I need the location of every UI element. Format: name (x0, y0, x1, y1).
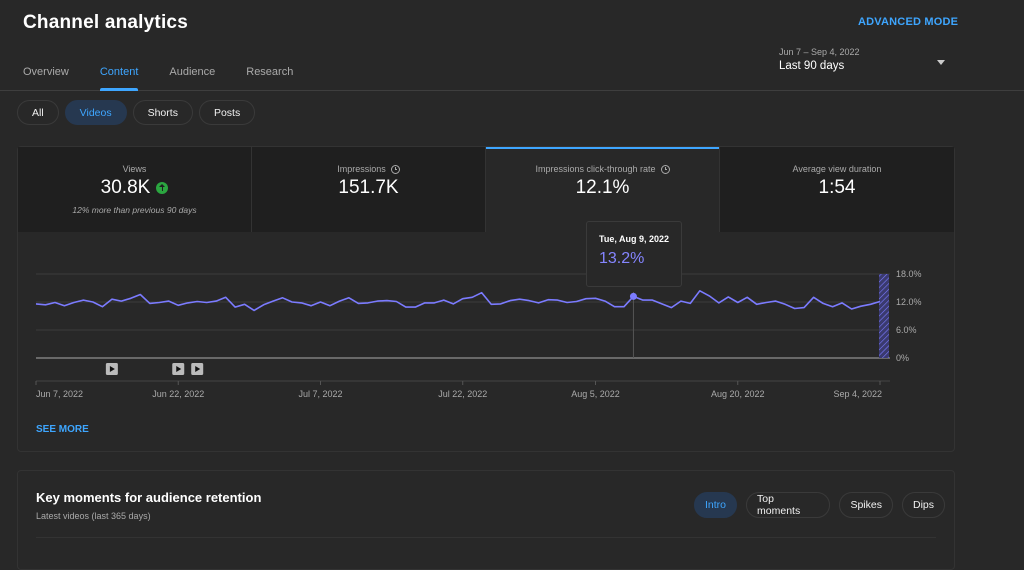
retention-card: Key moments for audience retention Lates… (17, 470, 955, 570)
divider (36, 537, 936, 538)
chip-spikes[interactable]: Spikes (839, 492, 893, 518)
tab-content[interactable]: Content (99, 66, 138, 91)
page-title: Channel analytics (23, 12, 188, 33)
x-tick-label: Sep 4, 2022 (833, 389, 882, 399)
ctr-line-chart[interactable]: 18.0% 12.0% 6.0% 0% Jun 7, 2022 Jun 22, 2022 J… (18, 147, 954, 417)
chip-top-moments[interactable]: Top moments (746, 492, 831, 518)
x-tick-label: Jun 22, 2022 (152, 389, 204, 399)
page-header: Channel analytics ADVANCED MODE Overview… (0, 0, 1024, 91)
chip-dips[interactable]: Dips (901, 492, 945, 518)
content-type-filter: All Videos Shorts Posts (17, 100, 261, 125)
x-tick-label: Jul 7, 2022 (298, 389, 342, 399)
date-range-label: Last 90 days (779, 60, 845, 72)
tooltip-date: Tue, Aug 9, 2022 (599, 234, 670, 244)
advanced-mode-button[interactable]: ADVANCED MODE (858, 16, 958, 28)
x-tick-label: Aug 20, 2022 (711, 389, 765, 399)
chip-intro[interactable]: Intro (694, 492, 738, 518)
chip-shorts[interactable]: Shorts (132, 100, 193, 125)
chip-all[interactable]: All (17, 100, 59, 125)
caret-down-icon (937, 60, 945, 65)
tab-research[interactable]: Research (246, 66, 293, 91)
video-marker[interactable] (191, 363, 204, 375)
y-tick-label: 6.0% (896, 325, 917, 335)
chart-tooltip: Tue, Aug 9, 2022 13.2% (586, 221, 682, 287)
x-tick-label: Jun 7, 2022 (36, 389, 83, 399)
video-marker[interactable] (105, 363, 118, 375)
y-tick-label: 0% (896, 353, 909, 363)
chip-posts[interactable]: Posts (198, 100, 256, 125)
highlight-point (629, 292, 637, 300)
tooltip-value: 13.2% (599, 250, 645, 267)
y-tick-label: 12.0% (896, 297, 922, 307)
date-range-dates: Jun 7 – Sep 4, 2022 (779, 47, 860, 57)
x-tick-label: Jul 22, 2022 (438, 389, 487, 399)
tab-overview[interactable]: Overview (23, 66, 69, 91)
date-range-dropdown[interactable]: Jun 7 – Sep 4, 2022 Last 90 days (779, 47, 949, 83)
retention-title: Key moments for audience retention (36, 490, 262, 505)
see-more-link[interactable]: SEE MORE (36, 424, 89, 435)
x-tick-label: Aug 5, 2022 (571, 389, 620, 399)
retention-subtitle: Latest videos (last 365 days) (36, 511, 151, 521)
chip-videos[interactable]: Videos (64, 100, 127, 125)
analytics-tabs: Overview Content Audience Research (23, 66, 324, 91)
video-marker[interactable] (172, 363, 185, 375)
y-tick-label: 18.0% (896, 269, 922, 279)
retention-filter: Intro Top moments Spikes Dips (694, 492, 954, 518)
partial-data-region (879, 274, 889, 358)
metrics-chart-card: Views 30.8K 12% more than previous 90 da… (17, 146, 955, 452)
series-line (35, 290, 881, 312)
tab-audience[interactable]: Audience (169, 66, 215, 91)
